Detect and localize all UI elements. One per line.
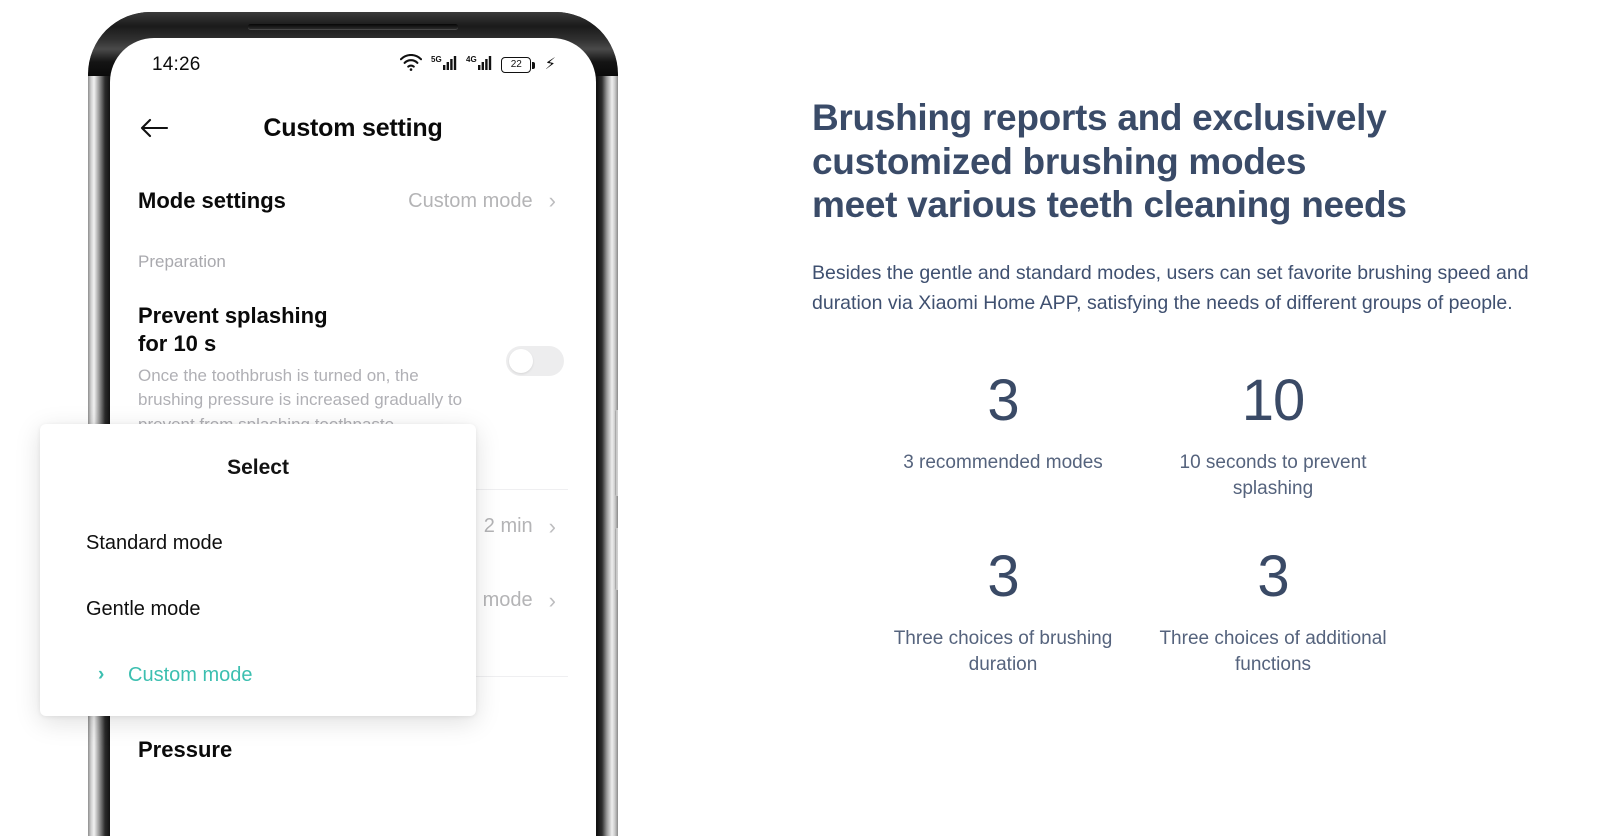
prevent-splashing-title-line2: for 10 s: [138, 331, 217, 357]
option-label: Custom mode: [128, 663, 253, 686]
wifi-icon: [400, 53, 423, 76]
headline-line-2: customized brushing modes: [812, 140, 1307, 182]
stat-number: 3: [987, 368, 1019, 434]
prevent-splashing-title-line1: Prevent splashing: [138, 303, 328, 328]
option-custom-mode[interactable]: › Custom mode: [40, 642, 476, 708]
stat-number: 3: [1257, 543, 1289, 609]
obscured-duration-value: 2 min: [483, 515, 533, 538]
page-title: Custom setting: [263, 113, 443, 142]
app-header: Custom setting: [110, 92, 596, 164]
section-label-preparation: Preparation: [138, 252, 226, 271]
earpiece-slot: [248, 24, 458, 29]
marketing-body: Besides the gentle and standard modes, u…: [812, 261, 1529, 314]
pressure-heading: Pressure: [138, 736, 233, 762]
back-arrow-icon[interactable]: [136, 110, 172, 146]
mode-settings-value: Custom mode: [408, 189, 533, 212]
option-standard-mode[interactable]: Standard mode: [40, 510, 476, 576]
row-prevent-splashing[interactable]: Prevent splashing for 10 s Once the toot…: [110, 272, 596, 437]
battery-cap: [532, 61, 535, 69]
option-label: Gentle mode: [86, 597, 201, 620]
stat-label: Three choices of additional functions: [1159, 627, 1387, 675]
stat-label: 3 recommended modes: [903, 452, 1103, 474]
phone-mockup: 14:26 5G 4G 22 ⚡ Custom setting Mode set…: [40, 12, 628, 836]
stat-item: 3 Three choices of brushing duration: [868, 543, 1138, 678]
status-bar: 14:26 5G 4G 22 ⚡: [110, 38, 596, 92]
option-gentle-mode[interactable]: Gentle mode: [40, 576, 476, 642]
power-button[interactable]: [615, 528, 618, 590]
svg-text:5G: 5G: [431, 55, 442, 64]
battery-icon: 22: [501, 57, 535, 73]
stat-number: 10: [1241, 368, 1306, 434]
select-dialog-options: Standard mode Gentle mode › Custom mode: [40, 510, 476, 708]
headline-line-3: meet various teeth cleaning needs: [812, 184, 1407, 226]
stat-number: 3: [987, 543, 1019, 609]
toggle-knob: [509, 349, 533, 373]
chevron-right-icon: ›: [548, 513, 556, 539]
chevron-right-icon: ›: [548, 188, 556, 213]
select-dialog: Select Standard mode Gentle mode › Custo…: [40, 424, 476, 716]
stat-label: 10 seconds to prevent splashing: [1179, 452, 1367, 500]
mode-settings-label: Mode settings: [138, 188, 286, 213]
status-time: 14:26: [152, 54, 201, 75]
signal-5g-icon: 5G: [431, 54, 457, 77]
chevron-right-icon: ›: [548, 587, 556, 613]
option-label: Standard mode: [86, 531, 223, 554]
stat-item: 10 10 seconds to prevent splashing: [1138, 372, 1408, 502]
svg-text:4G: 4G: [466, 55, 477, 64]
headline-line-1: Brushing reports and exclusively: [812, 97, 1387, 138]
page-root: 14:26 5G 4G 22 ⚡ Custom setting Mode set…: [0, 0, 1600, 836]
row-mode-settings[interactable]: Mode settings Custom mode ›: [110, 164, 596, 238]
stat-label: Three choices of brushing duration: [893, 627, 1113, 675]
prevent-splashing-texts: Prevent splashing for 10 s Once the toot…: [138, 302, 468, 437]
selected-chevron-icon: ›: [98, 664, 105, 685]
stat-item: 3 3 recommended modes: [868, 372, 1138, 502]
marketing-headline: Brushing reports and exclusively customi…: [812, 96, 1552, 227]
prevent-splashing-toggle[interactable]: [506, 346, 564, 376]
battery-level: 22: [510, 59, 522, 70]
charging-bolt-icon: ⚡: [544, 56, 556, 73]
signal-4g-icon: 4G: [466, 54, 492, 77]
select-dialog-title: Select: [227, 456, 289, 479]
stats-grid: 3 3 recommended modes 10 10 seconds to p…: [812, 372, 1552, 677]
copy-panel: Brushing reports and exclusively customi…: [812, 96, 1552, 678]
mode-settings-value-group: Custom mode ›: [408, 190, 556, 213]
stat-item: 3 Three choices of additional functions: [1138, 543, 1408, 678]
volume-button[interactable]: [615, 410, 618, 496]
status-icons: 5G 4G 22 ⚡: [400, 53, 556, 77]
